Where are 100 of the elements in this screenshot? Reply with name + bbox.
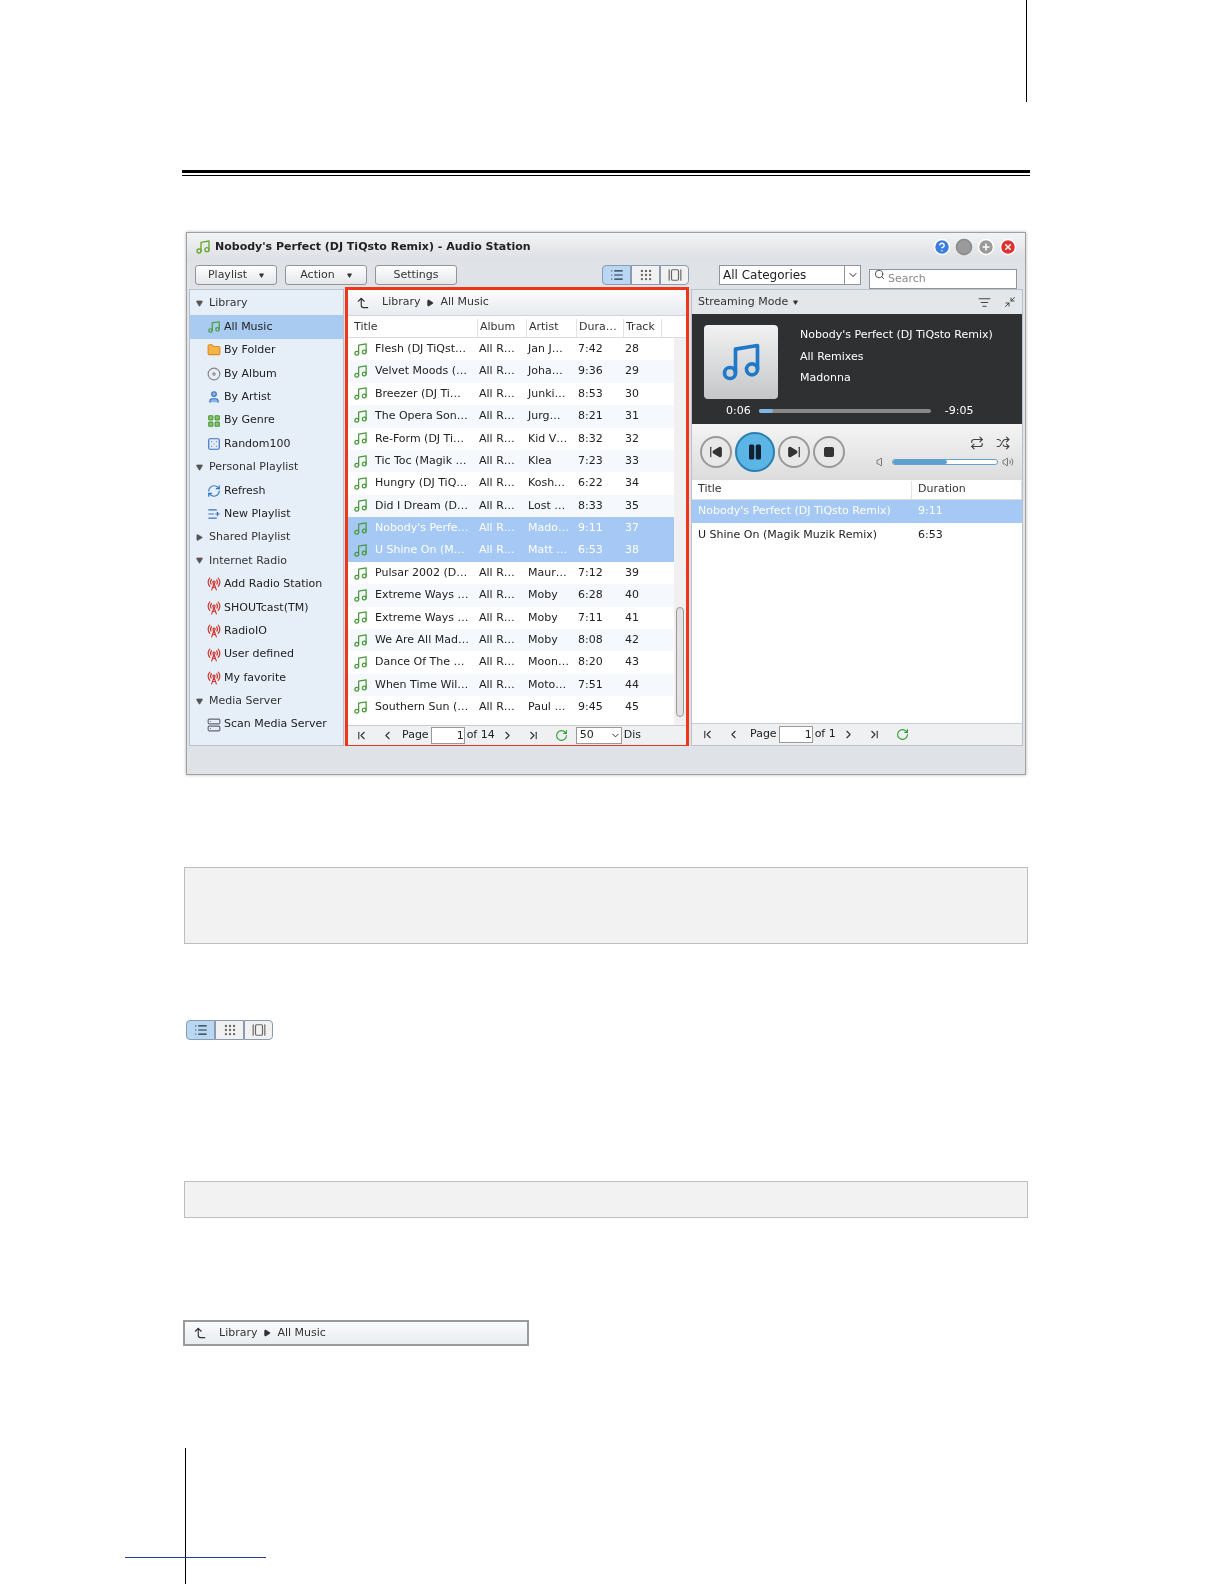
table-cell-text: Moby	[528, 609, 559, 626]
track-row[interactable]: Tic Toc (Magik … All R… Klea 7:23 33	[348, 449, 674, 473]
grid-view-icon	[222, 1023, 237, 1037]
scrollbar[interactable]	[674, 338, 686, 725]
track-row[interactable]: Did I Dream (D… All R… Lost … 8:33 35	[348, 494, 674, 518]
column-header[interactable]: Duration	[912, 481, 1022, 499]
list-menu-icon[interactable]	[978, 295, 991, 309]
sidebar-item[interactable]: Add Radio Station	[190, 572, 343, 597]
sidebar-item[interactable]: Scan Media Server	[190, 713, 343, 737]
refresh-icon[interactable]	[554, 729, 568, 742]
sidebar-section[interactable]: Shared Playlist	[209, 529, 291, 546]
expand-caret-icon[interactable]	[195, 300, 203, 308]
page-field[interactable]: 1	[778, 726, 813, 743]
track-row[interactable]: We Are All Mad… All R… Moby 8:08 42	[348, 629, 674, 652]
view-mode-button[interactable]	[215, 1020, 244, 1040]
table-cell-text: 39	[625, 564, 640, 581]
up-arrow-icon[interactable]	[356, 295, 370, 310]
maximize-icon[interactable]	[977, 238, 995, 256]
minimize-icon[interactable]	[955, 238, 973, 256]
column-header[interactable]: Artist	[527, 319, 577, 337]
dice-icon	[207, 437, 221, 452]
track-row[interactable]: Velvet Moods (… All R… Joha… 9:36 29	[348, 360, 674, 383]
expand-caret-icon[interactable]	[195, 463, 203, 471]
refresh-icon[interactable]	[895, 728, 909, 741]
elapsed-time: 0:06	[726, 403, 751, 419]
breadcrumb-link[interactable]: All Music	[277, 1324, 326, 1342]
app-logo-icon	[195, 239, 211, 255]
column-header[interactable]: Title	[352, 319, 478, 337]
track-row[interactable]: The Opera Son… All R… Jurg… 8:21 31	[348, 405, 674, 428]
table-cell-text: Did I Dream (D…	[375, 497, 469, 514]
expand-caret-icon[interactable]	[195, 534, 203, 542]
page-field[interactable]: 1	[430, 727, 465, 744]
breadcrumb-link[interactable]: All Music	[440, 294, 489, 311]
sidebar-item[interactable]: SHOUTcast(TM)	[190, 596, 343, 620]
table-cell-text: Breezer (DJ Ti…	[375, 385, 462, 402]
search-field[interactable]: Search	[869, 268, 1017, 289]
breadcrumb-link[interactable]: Library	[219, 1324, 258, 1342]
collapse-icon[interactable]	[1004, 296, 1016, 308]
stop-button[interactable]	[813, 436, 845, 468]
track-row[interactable]: Extreme Ways … All R… Moby 6:28 40	[348, 584, 674, 607]
table-cell-text: 9:11	[578, 520, 604, 537]
track-row[interactable]: When Time Wil… All R… Moto… 7:51 44	[348, 673, 674, 697]
dropdown-caret-icon	[346, 272, 352, 278]
page-size-select[interactable]: 50	[575, 727, 622, 744]
view-mode-button[interactable]	[631, 265, 660, 285]
toolbar-button[interactable]: Settings	[375, 265, 457, 285]
table-cell-text: Southern Sun (…	[375, 699, 470, 716]
radio-tower-plus-icon	[207, 577, 221, 592]
sidebar-item[interactable]: User defined	[190, 642, 343, 667]
toolbar-button[interactable]: Playlist	[195, 265, 277, 285]
table-cell-text: 29	[625, 363, 640, 380]
column-header[interactable]: Album	[478, 319, 527, 337]
sidebar-item[interactable]: By Album	[190, 362, 343, 386]
table-cell-text: 28	[625, 340, 640, 357]
music-note-icon	[353, 610, 368, 626]
sidebar-item[interactable]: New Playlist	[190, 502, 343, 526]
view-mode-button[interactable]	[602, 265, 631, 285]
column-header[interactable]: Dura…	[577, 319, 624, 337]
breadcrumb-link[interactable]: Library	[382, 294, 421, 311]
shuffle-icon[interactable]	[996, 436, 1010, 450]
expand-caret-icon[interactable]	[195, 697, 203, 705]
expand-caret-icon[interactable]	[195, 557, 203, 565]
next-track-button[interactable]	[778, 436, 810, 468]
sidebar-item[interactable]: My favorite	[190, 666, 343, 690]
view-mode-button[interactable]	[244, 1020, 273, 1040]
sidebar-section[interactable]: Personal Playlist	[209, 459, 299, 476]
sidebar-item[interactable]: Random100	[190, 432, 343, 456]
view-mode-button[interactable]	[660, 265, 689, 285]
repeat-icon[interactable]	[970, 436, 984, 450]
table-cell-text: 40	[625, 587, 640, 604]
sidebar-item[interactable]: Refresh	[190, 479, 343, 503]
playlist-row[interactable]: U Shine On (Magik Muzik Remix) 6:53	[692, 523, 1022, 547]
sidebar-item[interactable]: By Genre	[190, 408, 343, 433]
music-note-icon	[353, 431, 368, 447]
view-mode-button[interactable]	[186, 1020, 215, 1040]
up-arrow-icon[interactable]	[193, 1326, 207, 1340]
sidebar-item[interactable]: By Artist	[190, 385, 343, 409]
track-album: All Remixes	[800, 348, 865, 365]
help-icon[interactable]	[933, 238, 951, 256]
sidebar-item[interactable]: RadioIO	[190, 619, 343, 643]
column-header[interactable]: Title	[692, 481, 912, 499]
table-cell-text: 37	[625, 520, 640, 537]
progress-track[interactable]	[758, 409, 931, 414]
table-cell-text: All R…	[479, 676, 516, 693]
person-icon	[207, 390, 221, 405]
column-header[interactable]: Track	[624, 319, 662, 337]
list-view-icon	[609, 268, 624, 282]
sidebar-section[interactable]: Media Server	[209, 693, 282, 710]
close-icon[interactable]	[999, 238, 1017, 256]
category-select[interactable]: All Categories	[719, 265, 861, 285]
sidebar-item[interactable]: By Folder	[190, 338, 343, 363]
toolbar-button[interactable]: Action	[285, 265, 367, 285]
pause-button[interactable]	[735, 432, 775, 472]
folder-icon	[207, 343, 221, 358]
sidebar-section[interactable]: Internet Radio	[209, 552, 288, 570]
sidebar-item[interactable]: All Music	[190, 315, 343, 339]
music-note-icon	[353, 543, 368, 559]
previous-track-button[interactable]	[700, 436, 732, 468]
sidebar-section[interactable]: Library	[209, 295, 248, 312]
volume-track[interactable]	[892, 459, 998, 465]
